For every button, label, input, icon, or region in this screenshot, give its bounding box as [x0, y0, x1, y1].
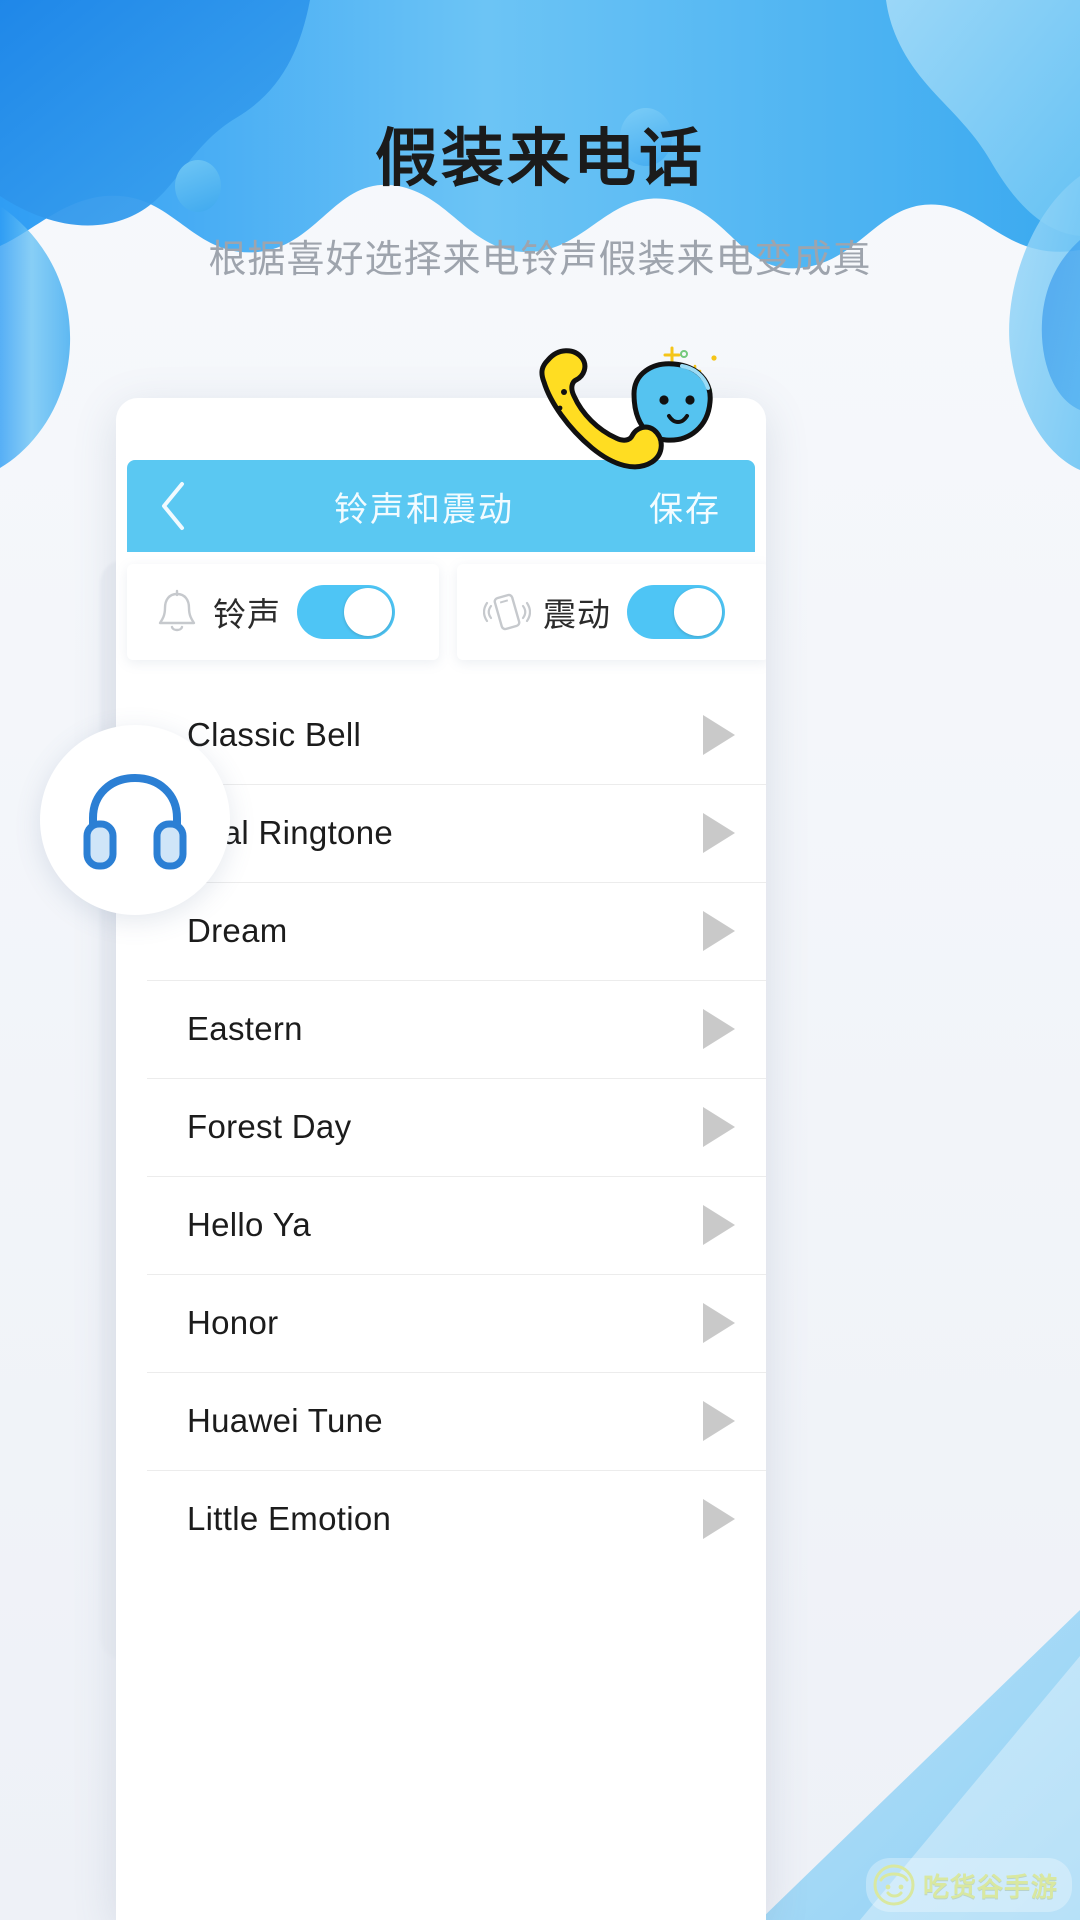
play-icon[interactable] [685, 1389, 749, 1453]
play-icon[interactable] [685, 1193, 749, 1257]
smiley-face-icon [873, 1864, 915, 1906]
list-item[interactable]: Dream [147, 882, 766, 980]
play-icon[interactable] [685, 1487, 749, 1551]
ringtone-toggle-label: 铃声 [213, 596, 281, 633]
play-icon[interactable] [685, 1291, 749, 1355]
ringtone-name: Forest Day [187, 1108, 352, 1145]
ringtone-list: Classic Bell gital Ringtone Dream Easter… [147, 686, 766, 1568]
ringtone-name: Dream [187, 912, 288, 949]
ringtone-name: Hello Ya [187, 1206, 312, 1243]
list-item[interactable]: Little Emotion [147, 1470, 766, 1568]
play-icon[interactable] [685, 899, 749, 963]
list-item[interactable]: Huawei Tune [147, 1372, 766, 1470]
play-icon[interactable] [685, 997, 749, 1061]
play-icon[interactable] [685, 801, 749, 865]
play-icon[interactable] [685, 1095, 749, 1159]
vibrate-icon [479, 584, 535, 640]
app-screenshot: 假装来电话 根据喜好选择来电铃声假装来电变成真 铃声和震动 保存 铃声 震动 C… [0, 0, 1080, 1920]
app-header-bar: 铃声和震动 保存 [127, 460, 755, 552]
list-item[interactable]: Classic Bell [147, 686, 766, 784]
ringtone-name: Eastern [187, 1010, 303, 1047]
page-subtitle: 根据喜好选择来电铃声假装来电变成真 [208, 239, 872, 281]
list-item[interactable]: Forest Day [147, 1078, 766, 1176]
ringtone-name: gital Ringtone [187, 814, 394, 851]
phone-mockup: 铃声和震动 保存 铃声 震动 Classic Bell gital Ringto… [116, 398, 766, 1920]
ringtone-name: Little Emotion [187, 1500, 392, 1537]
chevron-left-icon [162, 482, 184, 530]
headphone-badge [40, 725, 230, 915]
ringtone-name: Classic Bell [187, 716, 362, 753]
list-item[interactable]: Honor [147, 1274, 766, 1372]
ringtone-toggle-card[interactable]: 铃声 [127, 564, 439, 660]
page-title: 假装来电话 [375, 124, 705, 194]
watermark-text: 吃货谷手游 [922, 1871, 1058, 1902]
list-item[interactable]: gital Ringtone [147, 784, 766, 882]
list-item[interactable]: Hello Ya [147, 1176, 766, 1274]
phone-handset-mascot-icon [539, 346, 717, 470]
ringtone-name: Honor [187, 1304, 279, 1341]
vibration-toggle-label: 震动 [543, 596, 611, 633]
app-header-title: 铃声和震动 [334, 490, 514, 529]
ringtone-switch[interactable] [297, 585, 395, 639]
list-item[interactable]: Eastern [147, 980, 766, 1078]
toggle-row: 铃声 震动 [127, 564, 766, 660]
play-icon[interactable] [685, 703, 749, 767]
watermark: 吃货谷手游 [865, 1858, 1072, 1912]
vibration-switch[interactable] [627, 585, 725, 639]
switch-knob [674, 588, 722, 636]
save-button[interactable]: 保存 [649, 482, 755, 531]
switch-knob [344, 588, 392, 636]
headphone-icon [83, 773, 187, 870]
ringtone-name: Huawei Tune [187, 1402, 383, 1439]
vibration-toggle-card[interactable]: 震动 [457, 564, 766, 660]
bell-icon [149, 584, 205, 640]
